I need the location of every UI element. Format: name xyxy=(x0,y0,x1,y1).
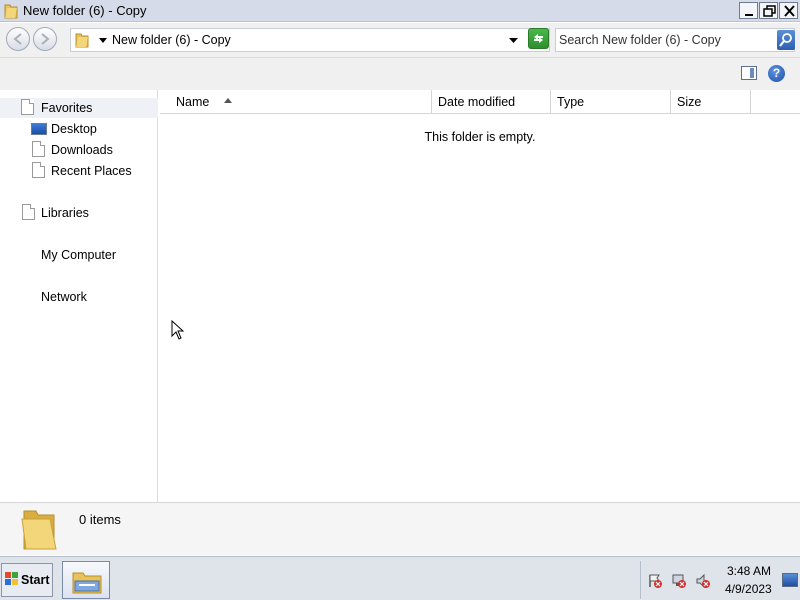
system-tray: 3:48 AM 4/9/2023 xyxy=(640,561,800,599)
nav-recent-places-label: Recent Places xyxy=(51,164,132,178)
column-type-label: Type xyxy=(557,95,585,109)
empty-folder-message: This folder is empty. xyxy=(424,130,536,144)
back-arrow-icon xyxy=(13,33,22,45)
start-button[interactable]: Start xyxy=(1,563,53,597)
close-icon xyxy=(784,5,795,17)
address-path[interactable]: New folder (6) - Copy xyxy=(112,33,231,47)
clock-time[interactable]: 3:48 AM xyxy=(727,564,771,578)
title-bar[interactable]: New folder (6) - Copy xyxy=(0,0,800,22)
column-name[interactable]: Name xyxy=(170,90,432,114)
recent-places-icon xyxy=(32,162,45,178)
search-input[interactable] xyxy=(559,31,769,49)
show-desktop-button[interactable] xyxy=(782,573,798,587)
column-date-modified-label: Date modified xyxy=(438,95,516,109)
nav-recent-places[interactable]: Recent Places xyxy=(0,161,158,181)
search-box[interactable] xyxy=(555,28,795,52)
address-toolbar: New folder (6) - Copy xyxy=(0,23,800,58)
window-title: New folder (6) - Copy xyxy=(23,3,147,18)
restore-button[interactable] xyxy=(759,2,778,19)
clock-date[interactable]: 4/9/2023 xyxy=(725,582,772,596)
restore-icon xyxy=(763,5,776,17)
forward-arrow-icon xyxy=(41,33,50,45)
column-date-modified[interactable]: Date modified xyxy=(432,90,551,114)
navigation-pane: Favorites Desktop Downloads Recent Place… xyxy=(0,90,158,502)
explorer-icon xyxy=(72,572,102,594)
column-header-bar: Name Date modified Type Size xyxy=(160,90,800,114)
nav-my-computer[interactable]: My Computer xyxy=(0,245,158,265)
column-size[interactable]: Size xyxy=(671,90,751,114)
preview-pane-icon[interactable] xyxy=(741,66,757,80)
close-button[interactable] xyxy=(779,2,798,19)
column-type[interactable]: Type xyxy=(551,90,671,114)
address-history-dropdown-icon[interactable] xyxy=(509,38,518,43)
nav-network[interactable]: Network xyxy=(0,287,158,307)
nav-libraries[interactable]: Libraries xyxy=(0,203,158,223)
folder-icon xyxy=(75,33,89,48)
folder-icon xyxy=(4,4,18,19)
action-center-icon[interactable] xyxy=(647,573,663,589)
refresh-button[interactable] xyxy=(528,28,549,49)
nav-downloads-label: Downloads xyxy=(51,143,113,157)
column-name-label: Name xyxy=(176,95,210,109)
address-bar[interactable]: New folder (6) - Copy xyxy=(70,28,550,52)
favorites-icon xyxy=(21,99,34,115)
network-icon[interactable] xyxy=(671,573,687,589)
search-button[interactable] xyxy=(777,30,795,50)
nav-desktop[interactable]: Desktop xyxy=(0,119,158,139)
command-bar xyxy=(0,58,800,90)
item-count: 0 items xyxy=(79,512,121,527)
column-size-label: Size xyxy=(677,95,702,109)
nav-favorites-label: Favorites xyxy=(41,101,93,115)
start-label: Start xyxy=(21,573,50,587)
nav-my-computer-label: My Computer xyxy=(41,248,117,262)
nav-network-label: Network xyxy=(41,290,87,304)
libraries-icon xyxy=(22,204,35,220)
downloads-icon xyxy=(32,141,45,157)
details-pane: 0 items xyxy=(0,502,800,555)
sort-ascending-icon xyxy=(224,98,232,103)
taskbar: Start 3:48 AM 4/9/2023 xyxy=(0,556,800,600)
back-button[interactable] xyxy=(6,27,30,51)
mouse-cursor-icon xyxy=(171,320,185,340)
nav-desktop-label: Desktop xyxy=(51,122,97,136)
folder-icon xyxy=(21,510,57,550)
taskbar-explorer-button[interactable] xyxy=(62,561,110,599)
nav-libraries-label: Libraries xyxy=(41,206,89,220)
windows-flag-icon xyxy=(5,572,18,585)
search-icon xyxy=(779,33,792,47)
nav-downloads[interactable]: Downloads xyxy=(0,140,158,160)
nav-favorites[interactable]: Favorites xyxy=(0,98,158,118)
desktop-icon xyxy=(31,123,47,135)
forward-button[interactable] xyxy=(33,27,57,51)
minimize-icon xyxy=(745,14,753,16)
refresh-icon xyxy=(534,34,543,43)
minimize-button[interactable] xyxy=(739,2,758,19)
help-icon[interactable]: ? xyxy=(768,65,785,82)
breadcrumb-dropdown-icon[interactable] xyxy=(99,38,107,43)
volume-icon[interactable] xyxy=(695,573,711,589)
